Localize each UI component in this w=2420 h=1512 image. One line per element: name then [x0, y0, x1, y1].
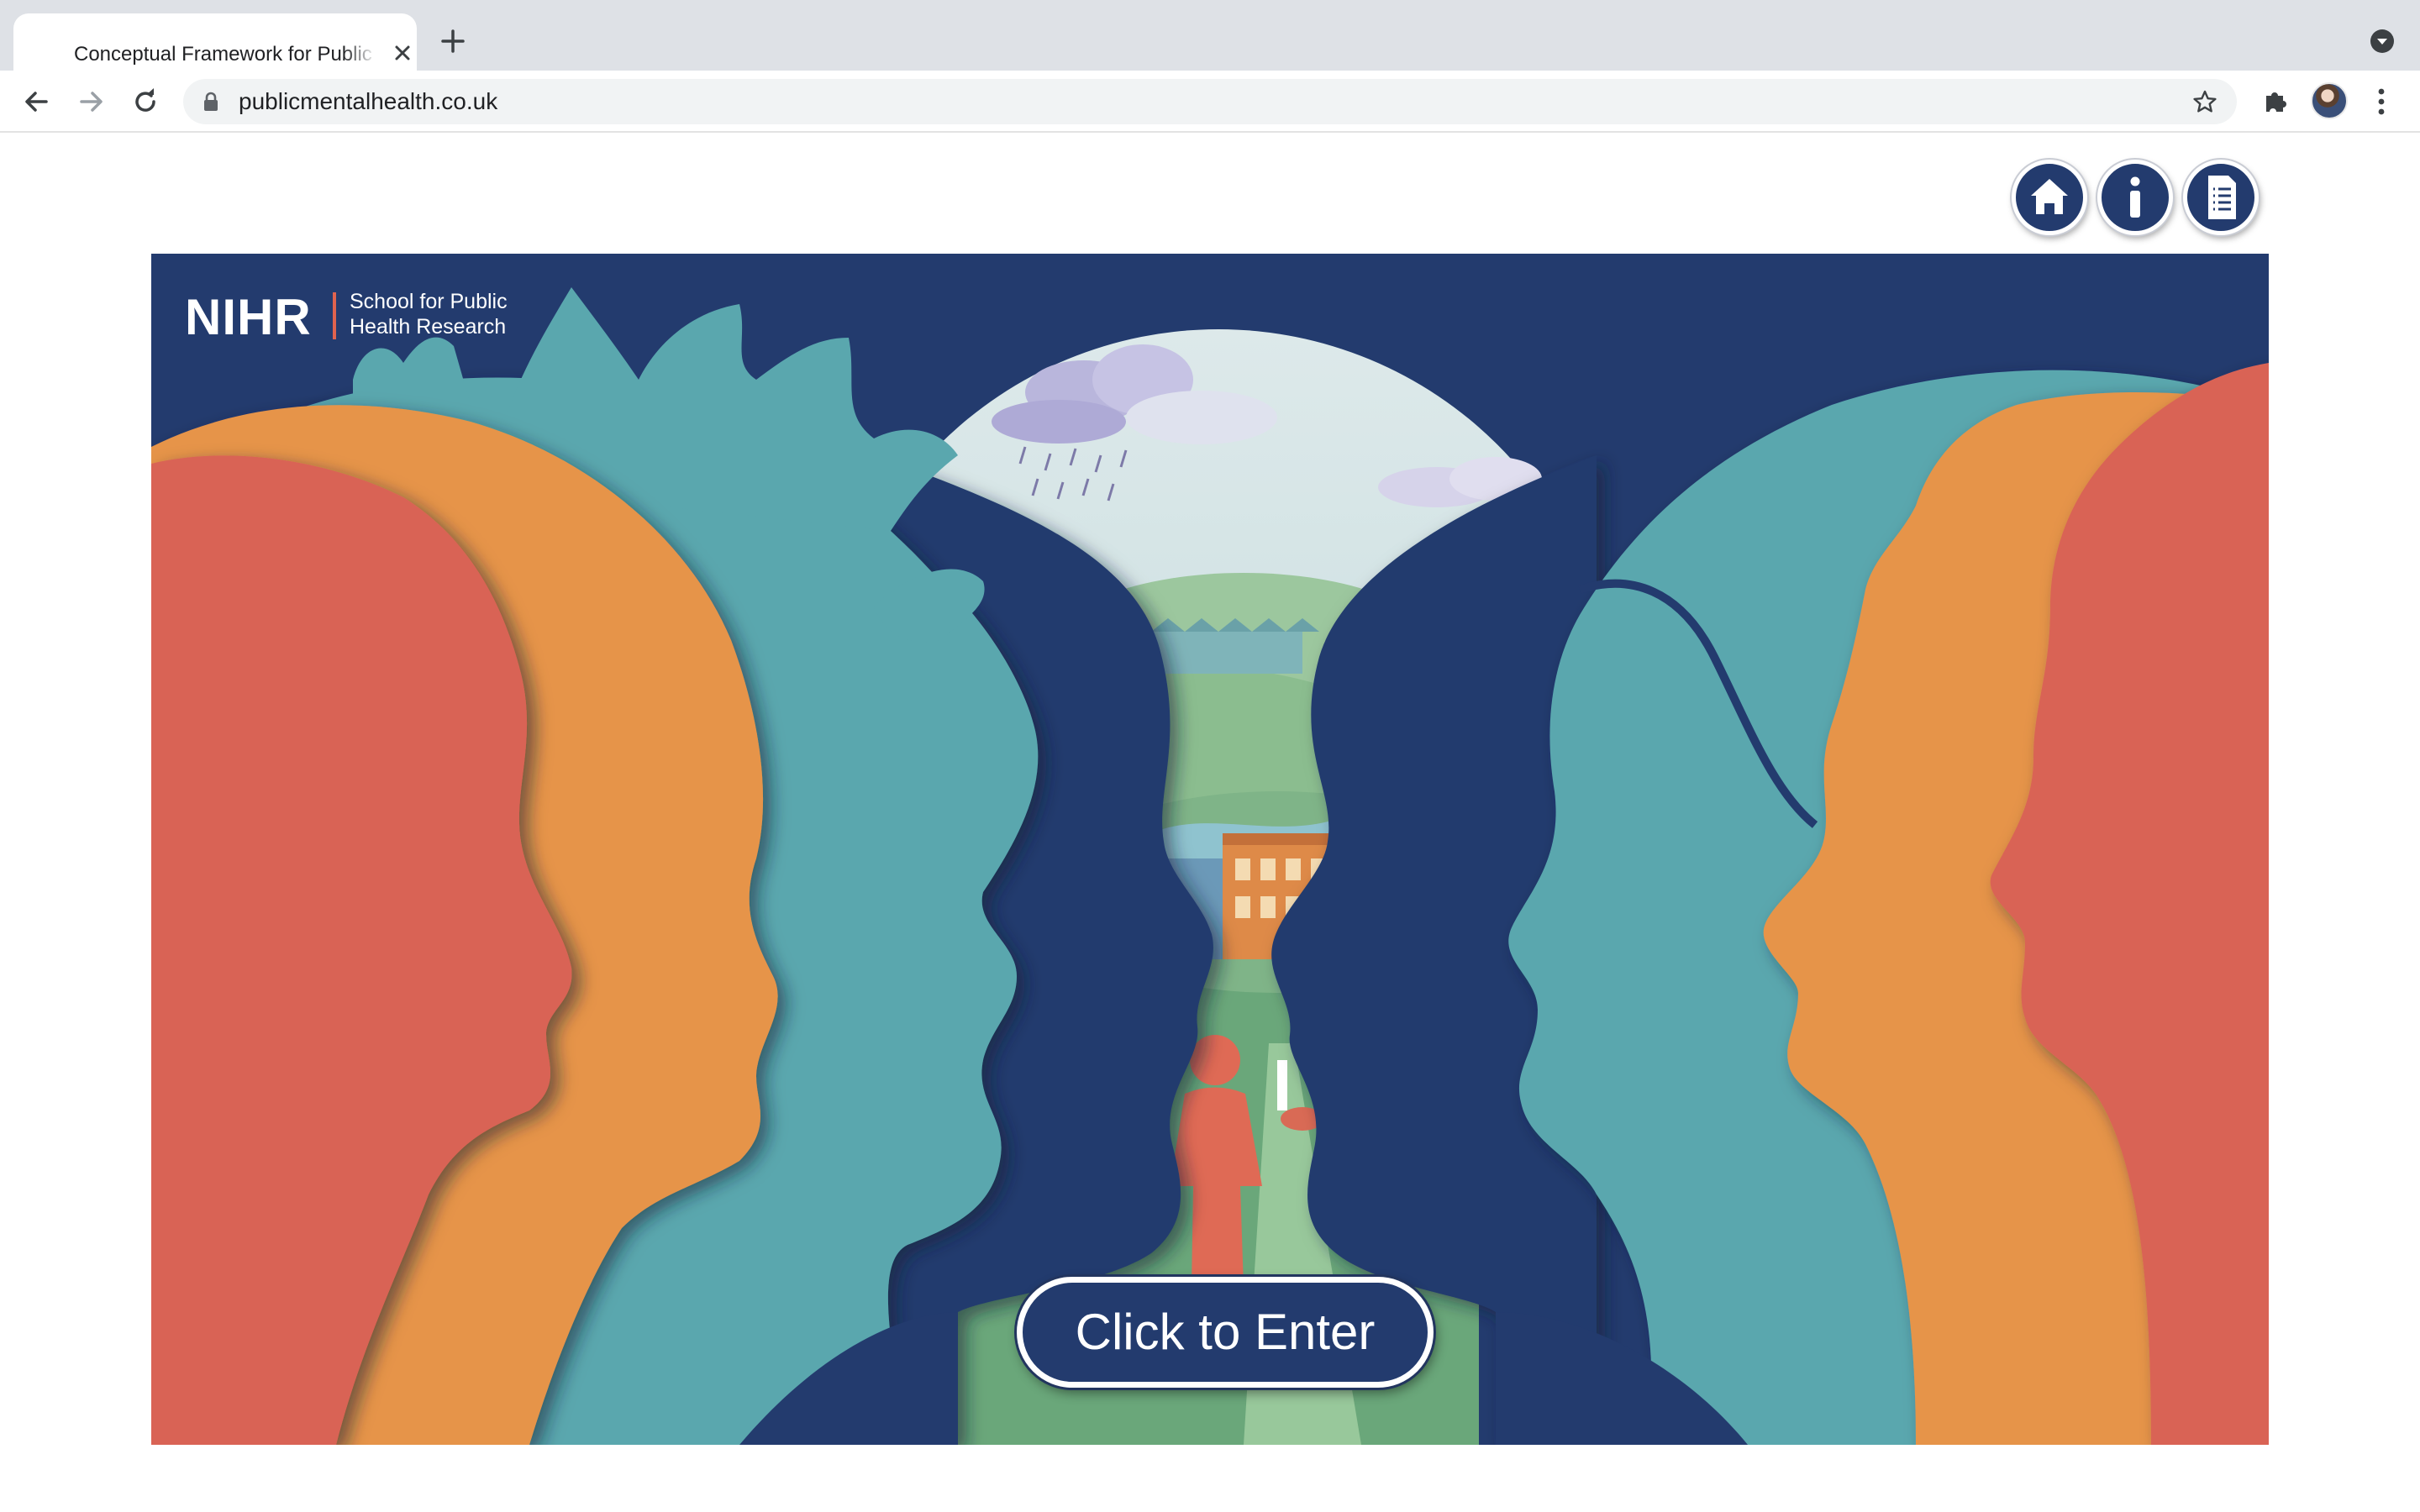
dropdown-icon[interactable]	[2370, 29, 2395, 54]
home-icon	[2031, 179, 2068, 214]
houses	[1151, 632, 1302, 674]
logo-subtitle-line2: Health Research	[350, 315, 507, 339]
browser-tab[interactable]: Conceptual Framework for Public Mental H…	[13, 13, 417, 71]
star-icon[interactable]	[2191, 88, 2218, 115]
browser-toolbar: publicmentalhealth.co.uk	[0, 71, 2420, 133]
reload-icon[interactable]	[129, 86, 161, 118]
close-icon[interactable]	[390, 40, 415, 66]
url-text[interactable]: publicmentalhealth.co.uk	[239, 89, 497, 114]
tab-title: Conceptual Framework for Public Mental H…	[74, 42, 376, 67]
info-icon	[2130, 176, 2140, 218]
profile-avatar[interactable]	[2311, 82, 2348, 119]
logo-subtitle-line1: School for Public	[350, 290, 508, 313]
lock-icon[interactable]	[202, 92, 220, 112]
info-button[interactable]	[2097, 160, 2173, 235]
document-button[interactable]	[2183, 160, 2259, 235]
home-button[interactable]	[2012, 160, 2087, 235]
document-icon	[2208, 176, 2236, 219]
plus-icon[interactable]	[439, 27, 467, 55]
tower	[1277, 1060, 1287, 1110]
click-to-enter-button[interactable]: Click to Enter	[1017, 1277, 1434, 1388]
extensions-icon[interactable]	[2260, 86, 2291, 116]
logo-brand: NIHR	[185, 289, 312, 345]
address-bar[interactable]: publicmentalhealth.co.uk	[183, 79, 2237, 124]
menu-icon[interactable]	[2371, 86, 2391, 118]
hero-illustration	[151, 254, 2269, 1445]
browser-tabstrip: Conceptual Framework for Public Mental H…	[0, 0, 2420, 71]
logo-divider	[333, 292, 336, 339]
forward-icon[interactable]	[76, 86, 108, 118]
hero-banner: NIHR School for Public Health Research C…	[151, 254, 2269, 1445]
back-icon[interactable]	[20, 86, 52, 118]
